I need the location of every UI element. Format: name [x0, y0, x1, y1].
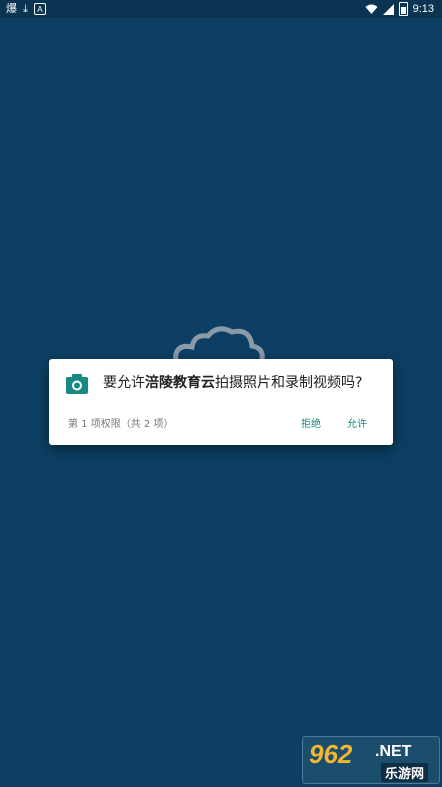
status-time: 9:13 [412, 3, 434, 15]
wifi-icon [365, 4, 378, 14]
signal-icon [382, 3, 394, 15]
app-name: 涪陵教育云 [145, 375, 215, 391]
message-suffix: 拍摄照片和录制视频吗? [215, 375, 363, 391]
status-bar-notifications: 爆 ⤓ A [0, 0, 46, 18]
status-bar-system: 9:13 [365, 2, 442, 16]
download-icon: ⤓ [23, 3, 28, 15]
permission-dialog: 要允许涪陵教育云拍摄照片和录制视频吗? 第 1 项权限（共 2 项） 拒绝 允许 [49, 359, 393, 445]
notification-a-icon: A [33, 3, 46, 15]
permission-count: 第 1 项权限（共 2 项） [68, 419, 174, 430]
watermark-domain: .NET [375, 743, 412, 760]
watermark-logo-number: 962 [309, 739, 353, 769]
notification-app-icon: 爆 [6, 3, 17, 15]
status-bar: 爆 ⤓ A 9:13 [0, 0, 442, 18]
allow-button[interactable]: 允许 [343, 413, 371, 432]
camera-icon [66, 374, 88, 394]
battery-icon [398, 2, 408, 16]
deny-button[interactable]: 拒绝 [297, 413, 325, 432]
message-prefix: 要允许 [103, 375, 145, 391]
permission-message: 要允许涪陵教育云拍摄照片和录制视频吗? [103, 373, 383, 393]
watermark-site-name: 乐游网 [381, 763, 429, 782]
watermark-logo: 962 .NET 乐游网 [302, 736, 440, 784]
